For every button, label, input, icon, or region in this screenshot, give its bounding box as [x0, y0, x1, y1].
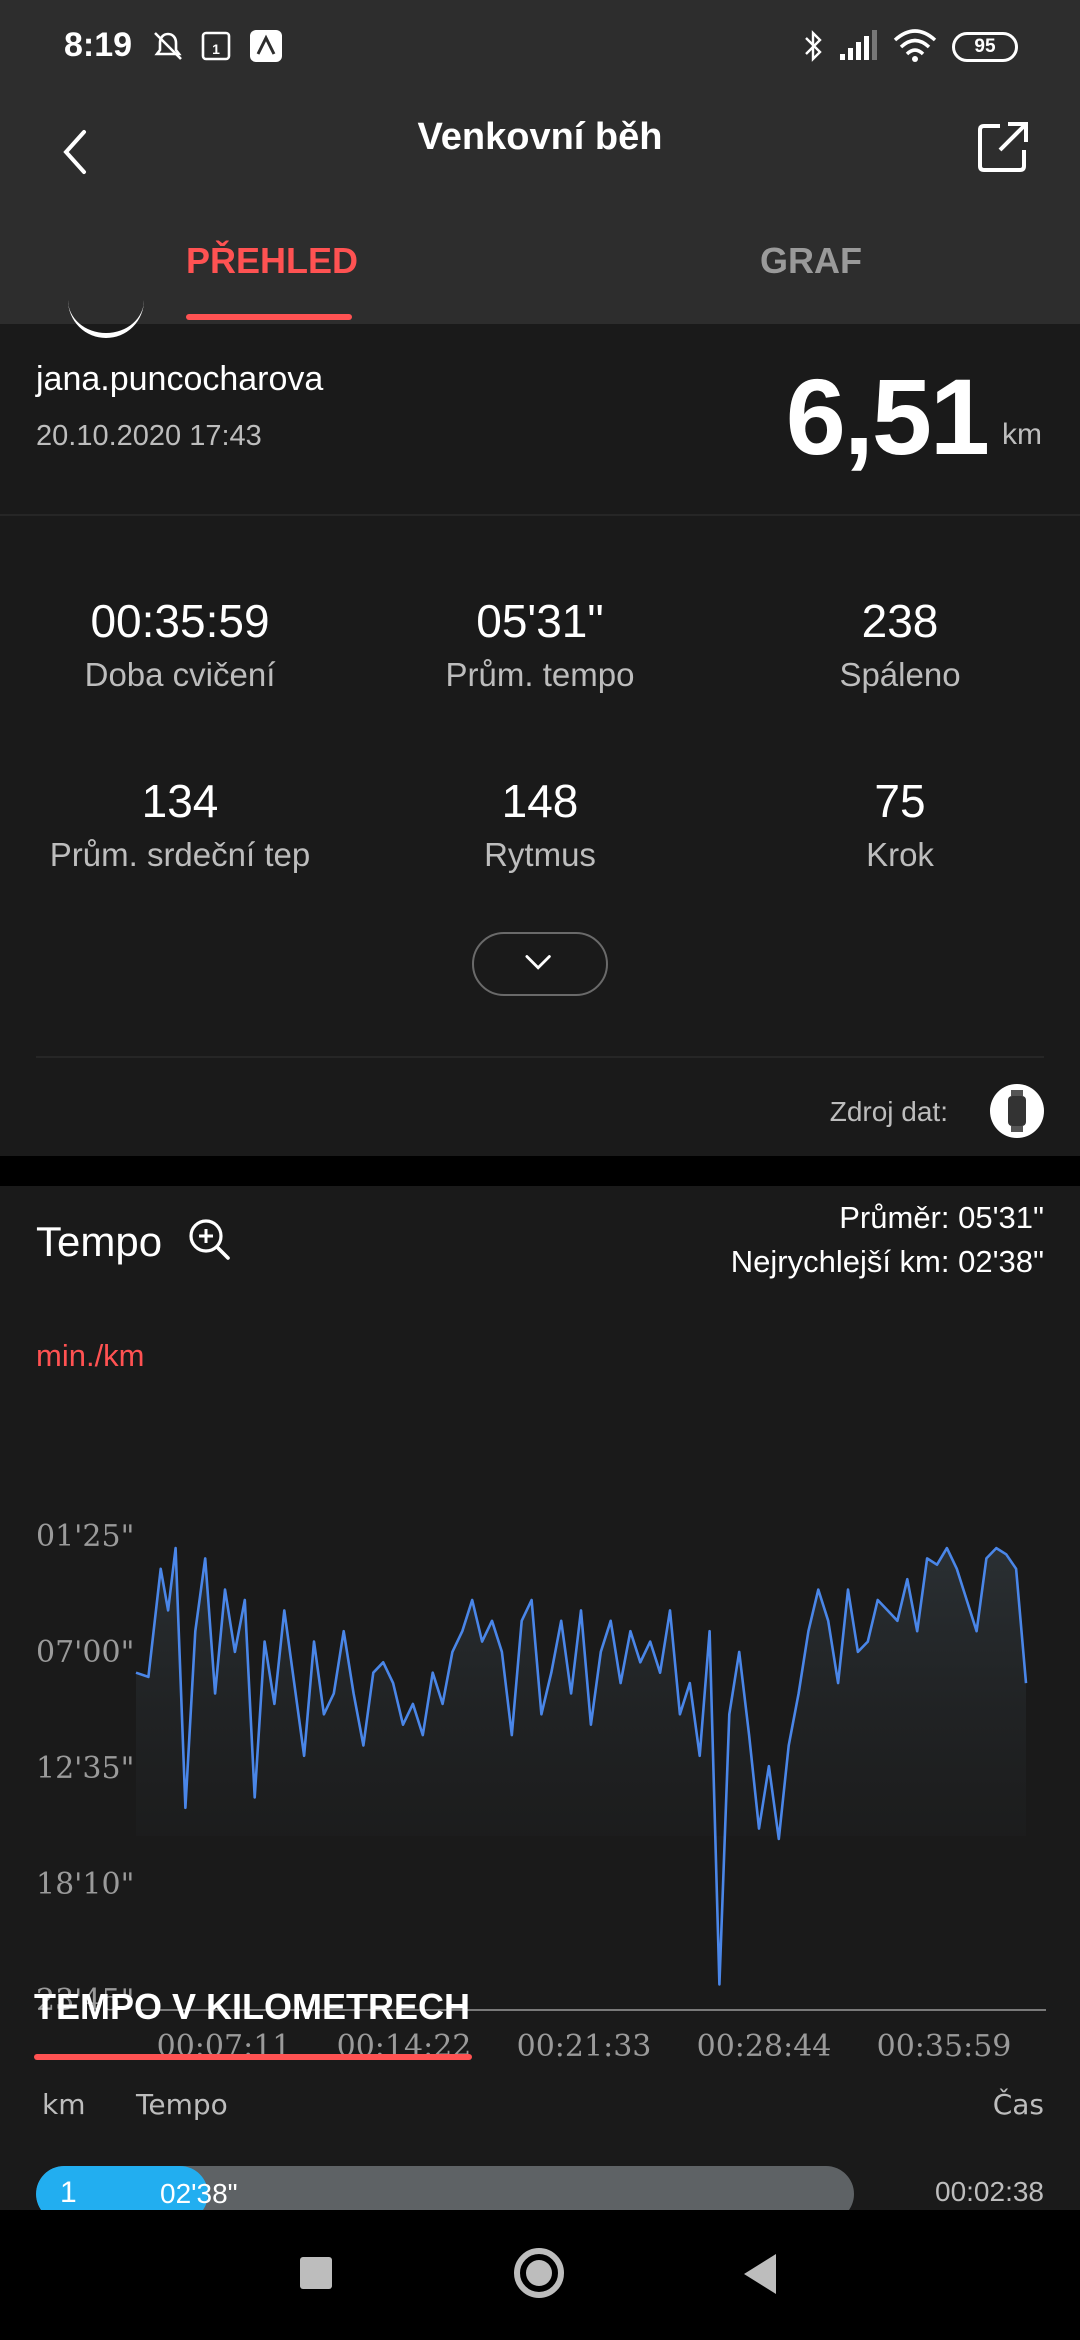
tempo-title: Tempo: [36, 1218, 163, 1265]
status-time: 8:19: [64, 26, 133, 64]
stat-value: 134: [141, 775, 219, 827]
bluetooth-icon: [805, 30, 822, 62]
wifi-icon: [893, 29, 937, 62]
stat-label: Krok: [866, 836, 934, 873]
workout-date: 20.10.2020 17:43: [36, 420, 262, 452]
app-bar: Venkovní běh PŘEHLED GRAF: [0, 92, 1080, 324]
stat-avg-pace: 05'31" Prům. tempo: [360, 594, 720, 694]
column-time: Čas: [992, 2088, 1044, 2121]
y-tick-label: 01'25": [36, 1519, 134, 1554]
bell-off-icon: [154, 32, 182, 60]
stat-duration: 00:35:59 Doba cvičení: [0, 594, 360, 694]
x-tick-label: 00:35:59: [877, 2029, 1012, 2064]
username: jana.puncocharova: [36, 360, 324, 398]
km-splits-underline: [34, 2054, 472, 2060]
tempo-fastest: Nejrychlejší km: 02'38": [730, 1244, 1044, 1279]
distance-value: 6,51: [785, 356, 990, 477]
stat-value: 148: [501, 775, 579, 827]
page-title: Venkovní běh: [417, 116, 663, 158]
expand-stats-button[interactable]: [472, 932, 608, 996]
x-tick-label: 00:21:33: [517, 2029, 652, 2064]
share-button[interactable]: [964, 108, 1044, 188]
stat-label: Prům. tempo: [445, 656, 635, 693]
y-axis-unit: min./km: [36, 1338, 145, 1373]
stat-label: Prům. srdeční tep: [49, 836, 311, 873]
svg-text:1: 1: [212, 41, 220, 57]
tempo-chart[interactable]: 01'25"07'00"12'35"18'10"23'45" 00:07:11 0…: [0, 1396, 1080, 2076]
y-tick-label: 12'35": [36, 1751, 134, 1786]
recents-button[interactable]: [300, 2257, 332, 2289]
y-tick-label: 18'10": [36, 1867, 134, 1902]
avatar: [68, 294, 144, 338]
calendar-icon: 1: [201, 31, 231, 61]
km-splits-title: TEMPO V KILOMETRECH: [34, 1986, 471, 2027]
column-km: km: [42, 2088, 86, 2121]
tempo-card: Tempo Průměr: 05'31" Nejrychlejší km: 02…: [0, 1186, 1080, 2222]
tempo-average: Průměr: 05'31": [839, 1200, 1044, 1235]
stat-cadence: 148 Rytmus: [360, 774, 720, 874]
x-tick-label: 00:28:44: [697, 2029, 832, 2064]
divider: [36, 1056, 1044, 1058]
system-nav-bar: [0, 2210, 1080, 2340]
stat-label: Rytmus: [484, 836, 596, 873]
stat-value: 238: [861, 595, 939, 647]
stat-label: Spáleno: [839, 656, 961, 693]
stat-value: 00:35:59: [90, 595, 270, 647]
stats-grid: 00:35:59 Doba cvičení 05'31" Prům. tempo…: [0, 516, 1080, 1156]
y-tick-label: 07'00": [36, 1635, 134, 1670]
app-icon: [250, 30, 282, 62]
stat-value: 05'31": [476, 595, 604, 647]
tab-overview[interactable]: PŘEHLED: [186, 240, 358, 282]
stat-label: Doba cvičení: [84, 656, 276, 693]
battery-level: 95: [974, 36, 996, 57]
distance-unit: km: [1002, 418, 1042, 451]
status-bar: 8:19 1 95: [0, 0, 1080, 92]
stat-stride: 75 Krok: [720, 774, 1080, 874]
tab-active-indicator: [186, 314, 352, 320]
split-km: 1: [60, 2176, 77, 2209]
signal-icon: [840, 30, 877, 60]
watch-icon[interactable]: [990, 1084, 1044, 1138]
back-button[interactable]: [744, 2254, 776, 2294]
zoom-in-icon[interactable]: [186, 1216, 232, 1262]
data-source: Zdroj dat:: [684, 1084, 1044, 1140]
data-source-label: Zdroj dat:: [829, 1096, 948, 1127]
battery-icon: 95: [952, 32, 1018, 62]
tab-graph[interactable]: GRAF: [760, 240, 862, 282]
stat-calories: 238 Spáleno: [720, 594, 1080, 694]
home-button[interactable]: [514, 2248, 564, 2298]
chevron-down-icon: [525, 955, 551, 970]
split-tempo: 02'38": [160, 2178, 238, 2209]
section-separator: [0, 1156, 1080, 1186]
split-time: 00:02:38: [935, 2176, 1044, 2207]
column-tempo: Tempo: [136, 2088, 228, 2121]
workout-summary: jana.puncocharova 20.10.2020 17:43 6,51 …: [0, 324, 1080, 514]
stat-value: 75: [874, 775, 926, 827]
stat-avg-heart-rate: 134 Prům. srdeční tep: [0, 774, 360, 874]
